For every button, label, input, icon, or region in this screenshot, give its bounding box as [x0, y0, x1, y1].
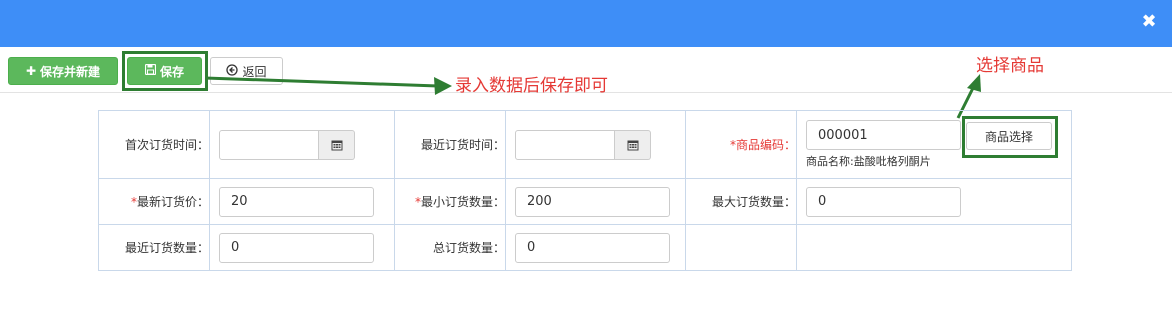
save-hint-text: 录入数据后保存即可 [455, 76, 608, 96]
recent-qty-cell: 0 [209, 224, 395, 271]
total-qty-label: 总订货数量： [394, 224, 506, 271]
product-code-label: 商品编码： [735, 138, 796, 152]
latest-price-label: 最新订货价： [136, 195, 209, 209]
save-hint-arrowhead [434, 77, 452, 95]
save-hint-arrow-line [204, 76, 439, 88]
product-code-input[interactable]: 000001 [806, 120, 961, 150]
latest-price-input[interactable]: 20 [219, 186, 374, 217]
last-order-time-label: 最近订货时间： [394, 110, 506, 179]
min-qty-cell: 200 [505, 178, 686, 225]
total-qty-input[interactable]: 0 [515, 232, 670, 263]
max-qty-input[interactable]: 0 [806, 186, 961, 217]
select-product-button[interactable]: 商品选择 [966, 122, 1052, 150]
latest-price-label-cell: *最新订货价： [98, 178, 210, 225]
latest-price-cell: 20 [209, 178, 395, 225]
order-form-table: 首次订货时间： 最近订货时间： *商品编码： 000001 商品名称:盐酸吡格列… [98, 110, 1072, 271]
product-code-label-cell: *商品编码： [685, 110, 797, 179]
max-qty-label: 最大订货数量： [685, 178, 797, 225]
form-row: *最新订货价： 20 *最小订货数量： 200 最大订货数量： 0 [98, 178, 1072, 225]
min-qty-input[interactable]: 200 [515, 186, 670, 217]
min-qty-label-cell: *最小订货数量： [394, 178, 506, 225]
recent-qty-input[interactable]: 0 [219, 232, 374, 263]
form-row: 首次订货时间： 最近订货时间： *商品编码： 000001 商品名称:盐酸吡格列… [98, 110, 1072, 179]
last-order-time-input[interactable] [515, 129, 615, 160]
total-qty-cell: 0 [505, 224, 686, 271]
select-hint-text: 选择商品 [976, 56, 1044, 76]
empty-cell [796, 224, 1072, 271]
min-qty-label: 最小订货数量： [420, 195, 505, 209]
calendar-icon[interactable] [615, 129, 651, 160]
product-order-dialog: ✖ ✚ 保存并新建 保存 返回 录入数据后保存即可 选择商品 首次订货时间： 最… [0, 0, 1172, 312]
first-order-time-cell [209, 110, 395, 179]
empty-cell [685, 224, 797, 271]
form-row: 最近订货数量： 0 总订货数量： 0 [98, 224, 1072, 271]
first-order-time-input[interactable] [219, 129, 319, 160]
last-order-time-cell [505, 110, 686, 179]
max-qty-cell: 0 [796, 178, 1072, 225]
calendar-icon[interactable] [319, 129, 355, 160]
first-order-time-label: 首次订货时间： [98, 110, 210, 179]
first-order-time-picker [219, 129, 394, 160]
recent-qty-label: 最近订货数量： [98, 224, 210, 271]
select-hint-arrowhead [967, 74, 981, 92]
last-order-time-picker [515, 129, 685, 160]
